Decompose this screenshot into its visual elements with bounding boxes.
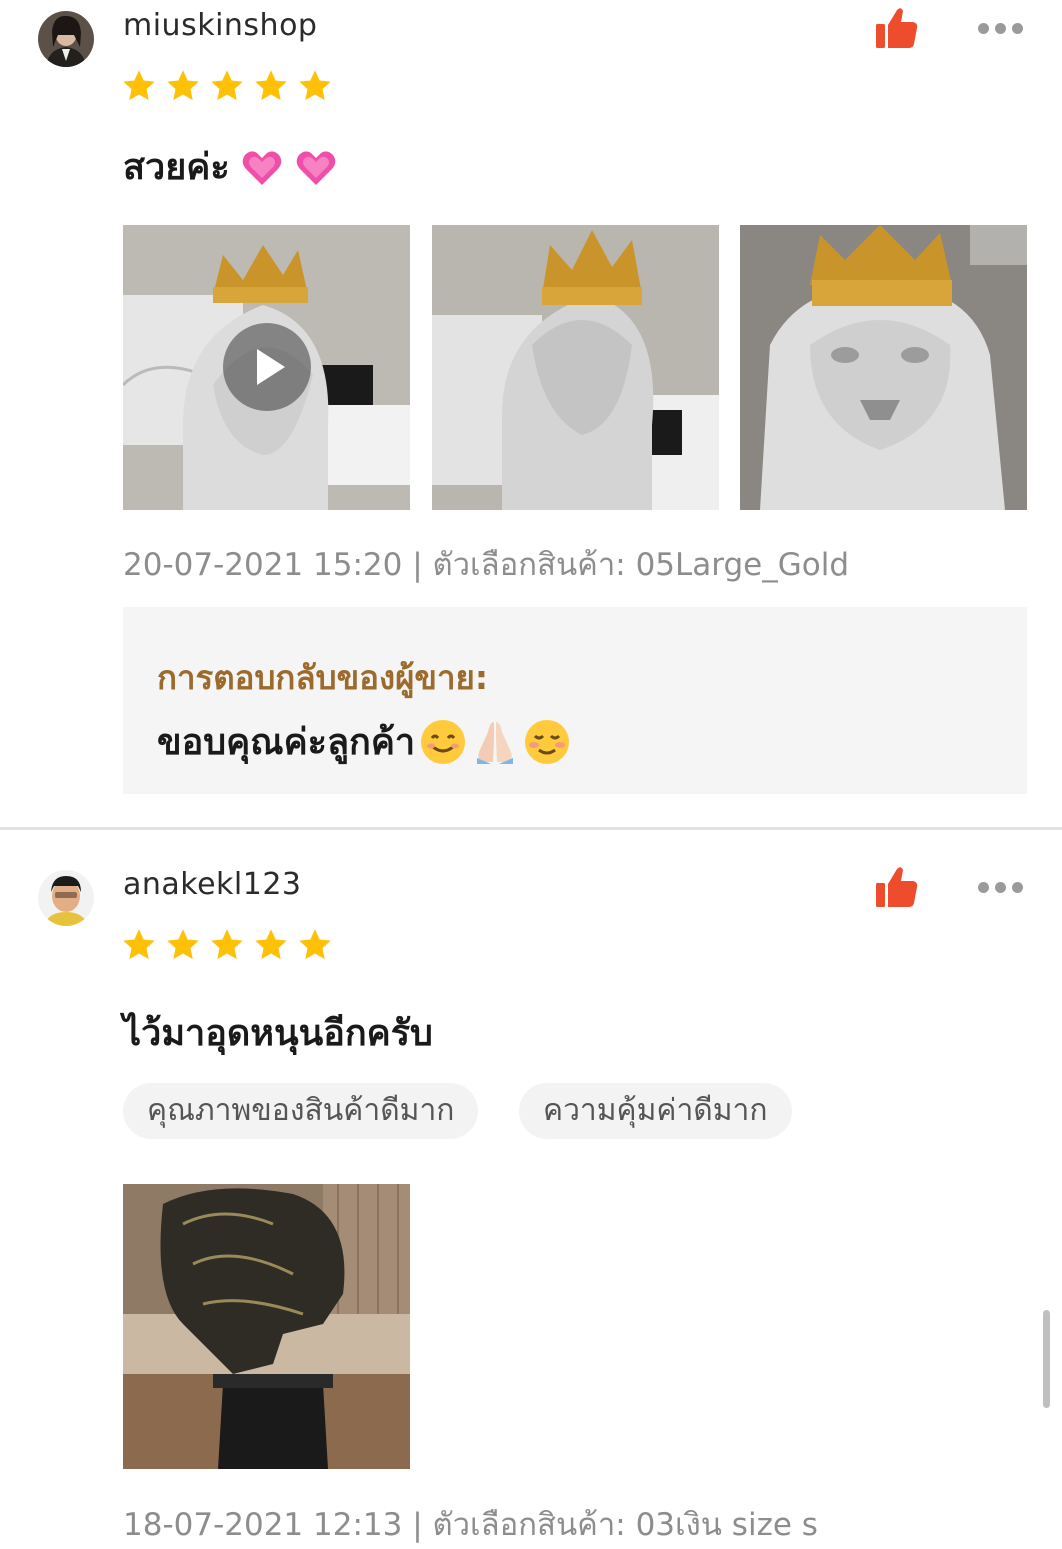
star-icon (255, 929, 287, 960)
scrollbar[interactable] (1043, 1310, 1050, 1408)
review-comment-text: ไว้มาอุดหนุนอีกครับ (123, 1013, 433, 1054)
star-icon (255, 70, 287, 101)
avatar[interactable] (38, 11, 94, 67)
seller-reply: การตอบกลับของผู้ขาย: ขอบคุณค่ะลูกค้า (123, 607, 1027, 794)
thumbs-up-icon[interactable] (872, 865, 920, 909)
star-icon (211, 929, 243, 960)
review-photo[interactable] (740, 225, 1027, 510)
more-dot (978, 881, 989, 893)
thumbs-up-icon[interactable] (872, 6, 920, 50)
review-comment-text: สวยค่ะ (123, 147, 230, 188)
review-photo[interactable] (432, 225, 719, 510)
review-tag: คุณภาพของสินค้าดีมาก (123, 1083, 479, 1139)
review-comment: ไว้มาอุดหนุนอีกครับ (123, 1004, 433, 1061)
seller-reply-text: ขอบคุณค่ะลูกค้า (157, 722, 416, 763)
heart-emoji-icon (296, 150, 335, 185)
review-video-thumbnail[interactable] (123, 225, 410, 510)
star-icon (211, 70, 243, 101)
more-dot (995, 881, 1006, 893)
star-icon (167, 929, 199, 960)
folded-hands-emoji-icon (477, 721, 514, 764)
review-meta: 20-07-2021 15:20 | ตัวเลือกสินค้า: 05Lar… (123, 547, 850, 583)
reviewer-username[interactable]: anakekl123 (123, 867, 302, 902)
review-tag: ความคุ้มค่าดีมาก (519, 1083, 792, 1139)
more-options-button[interactable] (978, 877, 1028, 897)
seller-reply-body: ขอบคุณค่ะลูกค้า (157, 713, 571, 770)
star-icon (123, 70, 155, 101)
more-dot (978, 22, 989, 34)
more-dot (995, 22, 1006, 34)
star-icon (299, 929, 331, 960)
review-comment: สวยค่ะ (123, 138, 338, 195)
star-icon (123, 929, 155, 960)
star-rating (121, 68, 333, 104)
blushing-face-emoji-icon (525, 719, 570, 764)
avatar[interactable] (38, 870, 94, 926)
reviewer-username[interactable]: miuskinshop (123, 8, 317, 43)
more-options-button[interactable] (978, 18, 1028, 38)
more-dot (1012, 22, 1023, 34)
star-rating (121, 927, 333, 963)
more-dot (1012, 881, 1023, 893)
heart-emoji-icon (242, 150, 281, 185)
play-icon[interactable] (223, 323, 311, 411)
smiling-face-emoji-icon (421, 719, 466, 764)
star-icon (167, 70, 199, 101)
seller-reply-title: การตอบกลับของผู้ขาย: (157, 658, 489, 697)
review-item: miuskinshop สวยค่ะ 20-07-2021 15:20 | ตั… (0, 0, 1062, 828)
review-photo[interactable] (123, 1184, 410, 1469)
star-icon (299, 70, 331, 101)
